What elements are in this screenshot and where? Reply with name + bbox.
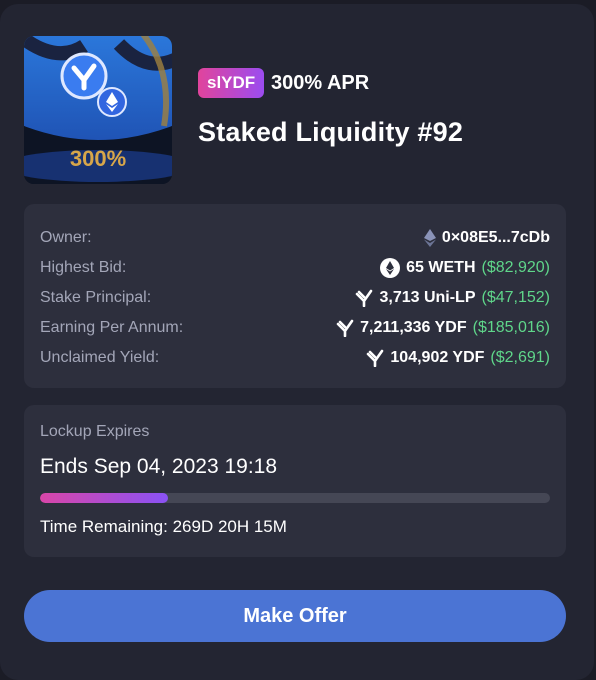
detail-row-highest-bid: Highest Bid: 65 WETH ($82,920) [40,256,550,280]
ydf-logo-icon [366,349,384,367]
weth-icon [380,258,401,278]
detail-usd: ($82,920) [481,259,551,276]
owner-address[interactable]: 0×08E5...7cDb [442,229,550,247]
detail-row-unclaimed-yield: Unclaimed Yield: 104,902 YDF ($2,691) [40,346,550,370]
detail-value: 3,713 Uni-LP [379,289,476,306]
lockup-panel: Lockup Expires Ends Sep 04, 2023 19:18 T… [24,405,566,557]
detail-usd: ($2,691) [490,349,550,366]
nft-image[interactable]: 300% [24,36,172,184]
detail-row-earning-per-annum: Earning Per Annum: 7,211,336 YDF ($185,0… [40,316,550,340]
detail-row-stake-principal: Stake Principal: 3,713 Uni-LP ($47,152) [40,286,550,310]
detail-row-owner: Owner: 0×08E5...7cDb [40,226,550,250]
ydf-logo-icon [355,289,373,307]
ydf-logo-icon [336,319,354,337]
make-offer-button[interactable]: Make Offer [24,590,566,642]
nft-image-label: 300% [69,146,127,171]
apr-text: 300% APR [271,72,370,94]
detail-usd: ($47,152) [481,289,551,306]
nft-title: Staked Liquidity #92 [198,117,464,147]
lockup-progress-fill [40,493,168,503]
detail-label: Unclaimed Yield: [40,349,160,366]
token-badge: slYDF [198,68,265,98]
eth-diamond-icon [423,229,436,247]
lockup-end-date: Ends Sep 04, 2023 19:18 [40,455,278,478]
detail-label: Owner: [40,229,92,246]
detail-label: Highest Bid: [40,259,127,276]
detail-usd: ($185,016) [472,319,550,336]
lockup-progress-bar [40,493,550,503]
detail-value: 104,902 YDF [390,349,485,366]
details-panel: Owner: 0×08E5...7cDb Highest Bid: 65 WET… [24,204,566,388]
detail-value: 65 WETH [406,259,476,276]
time-remaining: Time Remaining: 269D 20H 15M [40,517,287,536]
detail-label: Stake Principal: [40,289,152,306]
detail-label: Earning Per Annum: [40,319,184,336]
lockup-label: Lockup Expires [40,423,150,440]
detail-value: 7,211,336 YDF [360,319,467,336]
nft-card: 300% slYDF 300% APR Staked Liquidity #92… [0,4,594,680]
